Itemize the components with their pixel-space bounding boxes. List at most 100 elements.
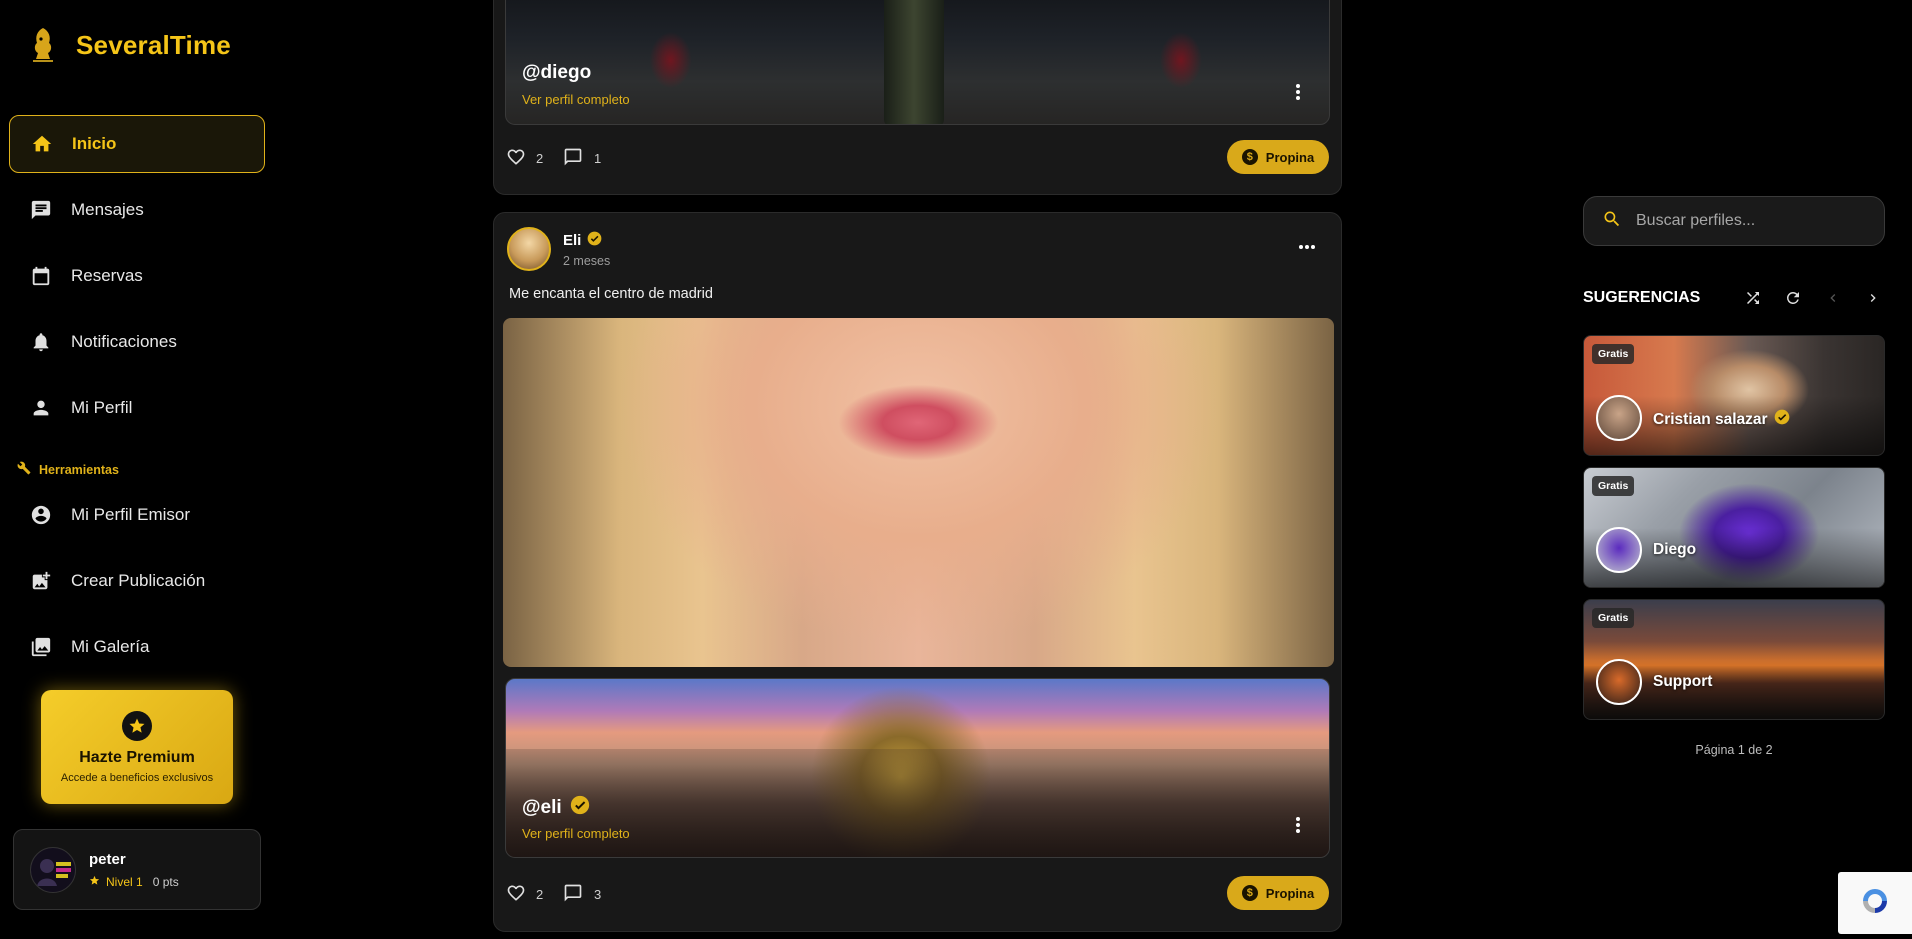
- suggestion-name: Support: [1653, 673, 1712, 691]
- search-input[interactable]: [1636, 212, 1866, 230]
- chat-icon: [29, 198, 53, 222]
- suggestion-card[interactable]: Gratis Support: [1583, 599, 1885, 720]
- nav-label: Crear Publicación: [71, 571, 206, 590]
- nav-item-notificaciones[interactable]: Notificaciones: [9, 313, 265, 371]
- user-name: peter: [89, 850, 126, 868]
- comment-icon: [562, 147, 584, 170]
- view-profile-link[interactable]: Ver perfil completo: [522, 826, 630, 841]
- promo-handle-text: @diego: [522, 62, 592, 83]
- tip-button[interactable]: $ Propina: [1227, 876, 1329, 910]
- post-time: 2 meses: [563, 253, 611, 268]
- bottle-illustration: [884, 0, 944, 124]
- verified-icon: [587, 231, 602, 250]
- nav-item-mi-galeria[interactable]: Mi Galería: [9, 618, 265, 676]
- view-profile-link[interactable]: Ver perfil completo: [522, 92, 630, 107]
- suggestions-pagination: Página 1 de 2: [1695, 743, 1773, 757]
- comment-count: 1: [594, 151, 602, 166]
- more-vertical-icon[interactable]: [1289, 813, 1307, 837]
- brand-name: SeveralTime: [76, 29, 231, 60]
- recaptcha-icon: [1860, 886, 1890, 921]
- search-icon: [1602, 209, 1622, 234]
- avatar: [1596, 659, 1642, 705]
- comment-icon: [562, 883, 584, 906]
- nav-item-mi-perfil[interactable]: Mi Perfil: [9, 379, 265, 437]
- cityscape-overlay: [506, 749, 1329, 857]
- suggestion-card[interactable]: Gratis Cristian salazar: [1583, 335, 1885, 456]
- calendar-icon: [29, 264, 53, 288]
- comment-button[interactable]: 1: [562, 147, 601, 170]
- free-badge: Gratis: [1592, 608, 1635, 628]
- post-card: @diego Ver perfil completo 2 1 $ Propina: [493, 0, 1342, 195]
- comment-count: 3: [594, 887, 602, 902]
- post-author[interactable]: Eli: [563, 231, 610, 250]
- tools-header: Herramientas: [17, 461, 119, 478]
- suggestion-name-text: Diego: [1653, 541, 1697, 558]
- bell-icon: [29, 330, 53, 354]
- nav-label: Mi Perfil: [71, 398, 133, 417]
- free-badge: Gratis: [1592, 476, 1635, 496]
- nav-item-crear-publicacion[interactable]: Crear Publicación: [9, 552, 265, 610]
- brand[interactable]: SeveralTime: [24, 24, 231, 66]
- user-card[interactable]: peter Nivel 1 0 pts: [13, 829, 261, 910]
- post-card: Eli 2 meses Me encanta el centro de madr…: [493, 212, 1342, 932]
- premium-button[interactable]: Hazte Premium Accede a beneficios exclus…: [41, 690, 233, 804]
- profile-promo-banner[interactable]: @diego Ver perfil completo: [505, 0, 1330, 125]
- promo-handle: @diego: [522, 62, 591, 84]
- nav-label: Mensajes: [71, 200, 144, 219]
- sidebar: SeveralTime Inicio Mensajes Reservas Not…: [0, 0, 272, 939]
- nav-item-reservas[interactable]: Reservas: [9, 247, 265, 305]
- chevron-left-icon[interactable]: [1821, 286, 1845, 310]
- logo-icon: [24, 24, 62, 66]
- more-vertical-icon[interactable]: [1289, 80, 1307, 104]
- nav-item-mi-perfil-emisor[interactable]: Mi Perfil Emisor: [9, 486, 265, 544]
- chevron-right-icon[interactable]: [1861, 286, 1885, 310]
- verified-icon: [570, 795, 590, 821]
- profile-promo-banner[interactable]: @eli Ver perfil completo: [505, 678, 1330, 858]
- premium-title: Hazte Premium: [79, 748, 195, 766]
- like-button[interactable]: 2: [506, 147, 543, 170]
- gallery-icon: [29, 635, 53, 659]
- coin-icon: $: [1241, 885, 1258, 901]
- suggestion-card[interactable]: Gratis Diego: [1583, 467, 1885, 588]
- post-text: Me encanta el centro de madrid: [509, 286, 713, 302]
- shuffle-icon[interactable]: [1741, 286, 1765, 310]
- user-info: peter Nivel 1 0 pts: [89, 851, 179, 889]
- verified-icon: [1774, 409, 1790, 430]
- premium-subtitle: Accede a beneficios exclusivos: [60, 771, 214, 784]
- nav-label: Mi Perfil Emisor: [71, 505, 191, 524]
- suggestion-name: Diego: [1653, 541, 1696, 559]
- comment-button[interactable]: 3: [562, 883, 601, 906]
- promo-handle: @eli: [522, 795, 590, 821]
- tools-header-label: Herramientas: [39, 462, 119, 477]
- tip-button[interactable]: $ Propina: [1227, 140, 1329, 174]
- suggestions-title: SUGERENCIAS: [1583, 289, 1701, 306]
- nav-item-inicio[interactable]: Inicio: [9, 115, 265, 173]
- coin-icon: $: [1241, 149, 1258, 165]
- search-bar[interactable]: [1583, 196, 1885, 246]
- more-horizontal-icon[interactable]: [1295, 241, 1319, 253]
- avatar: [30, 846, 76, 893]
- suggestions-header: SUGERENCIAS: [1583, 286, 1885, 310]
- free-badge: Gratis: [1592, 344, 1635, 364]
- post-image[interactable]: [503, 318, 1334, 667]
- nav-label: Inicio: [72, 134, 117, 153]
- tip-label: Propina: [1265, 149, 1315, 165]
- post-actions: 2 3 $ Propina: [494, 873, 1341, 913]
- recaptcha-badge[interactable]: [1838, 872, 1912, 934]
- add-photo-icon: [29, 569, 53, 593]
- nav-label: Notificaciones: [71, 332, 177, 351]
- person-icon: [29, 396, 53, 420]
- avatar[interactable]: [507, 227, 551, 271]
- tip-label: Propina: [1265, 885, 1315, 901]
- promo-handle-text: @eli: [522, 797, 562, 818]
- nav-label: Mi Galería: [71, 637, 150, 656]
- refresh-icon[interactable]: [1781, 286, 1805, 310]
- post-meta: Eli 2 meses: [563, 231, 610, 268]
- avatar: [1596, 527, 1642, 573]
- heart-icon: [506, 147, 526, 170]
- account-circle-icon: [29, 503, 53, 527]
- nav-item-mensajes[interactable]: Mensajes: [9, 181, 265, 239]
- home-icon: [30, 132, 54, 156]
- like-count: 2: [536, 887, 544, 902]
- like-button[interactable]: 2: [506, 883, 543, 906]
